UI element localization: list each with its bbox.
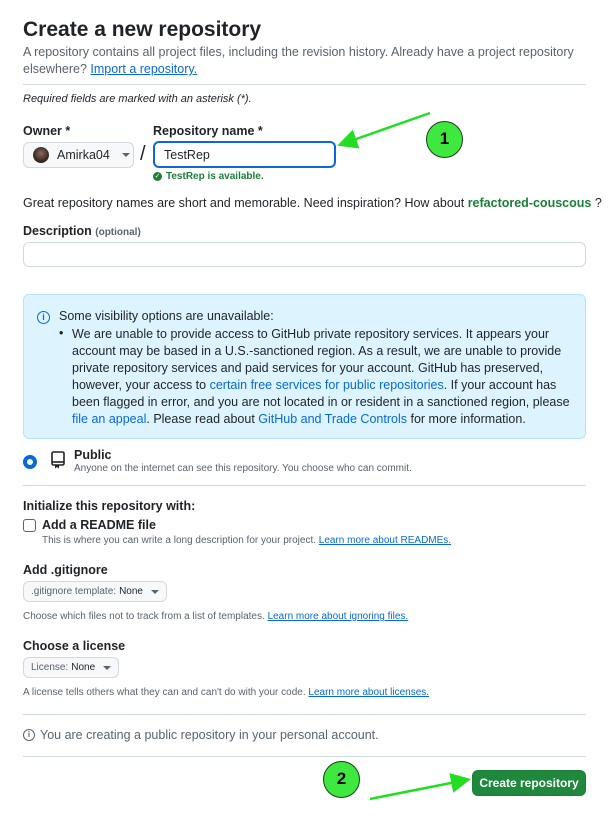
annotation-marker-2: 2	[323, 761, 360, 798]
annotation-arrows	[337, 111, 471, 801]
annotation-marker-1: 1	[426, 121, 463, 158]
annotation-arrow-1	[337, 111, 431, 149]
annotation-arrow-2	[369, 773, 471, 801]
